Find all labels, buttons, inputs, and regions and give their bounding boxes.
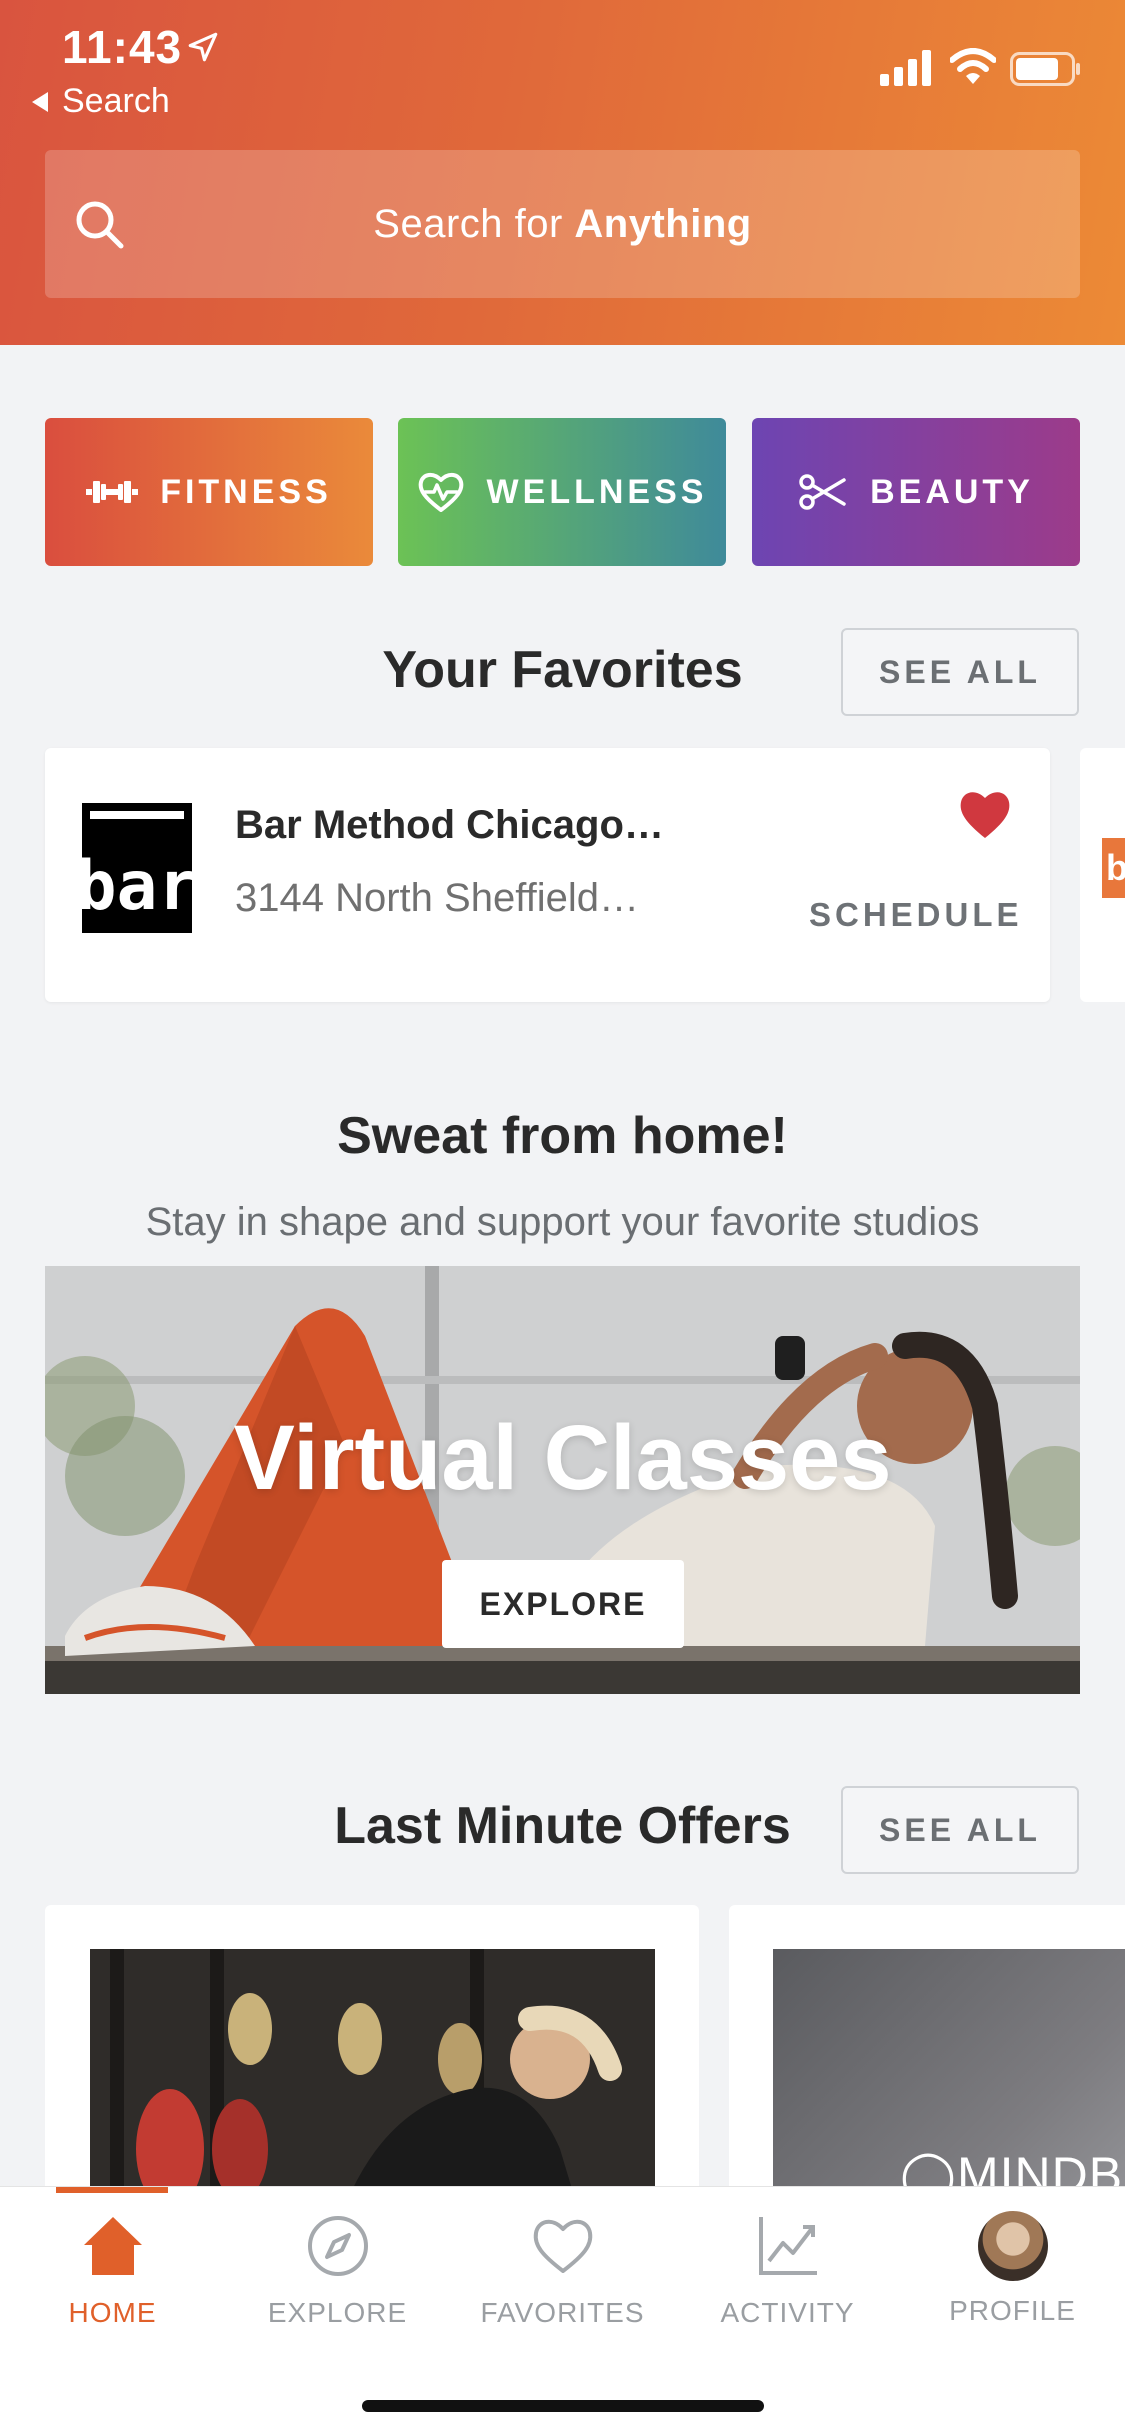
favorite-studio-card[interactable]: bar Bar Method Chicago… 3144 North Sheff… bbox=[45, 748, 1050, 1002]
tab-label: EXPLORE bbox=[267, 2297, 408, 2328]
home-icon bbox=[83, 2217, 142, 2275]
back-label: Search bbox=[62, 82, 170, 120]
search-placeholder: Search for Anything bbox=[373, 201, 752, 246]
tab-label: HOME bbox=[68, 2297, 157, 2328]
favorites-see-all-button[interactable]: SEE ALL bbox=[841, 628, 1079, 716]
wifi-icon bbox=[950, 48, 996, 84]
offer-image bbox=[90, 1949, 655, 2205]
favorite-studio-card-next[interactable]: b bbox=[1080, 748, 1125, 1002]
tab-profile[interactable]: PROFILE bbox=[900, 2211, 1125, 2353]
scissors-icon bbox=[799, 474, 846, 510]
explore-button[interactable]: EXPLORE bbox=[442, 1560, 684, 1648]
category-label: BEAUTY bbox=[870, 472, 1034, 511]
avatar bbox=[977, 2211, 1048, 2281]
tab-explore[interactable]: EXPLORE bbox=[225, 2213, 450, 2353]
svg-text:bar: bar bbox=[82, 847, 192, 926]
favorite-heart-icon[interactable] bbox=[957, 788, 1013, 840]
active-tab-indicator bbox=[56, 2187, 168, 2193]
category-beauty-button[interactable]: BEAUTY bbox=[752, 418, 1080, 566]
compass-icon bbox=[307, 2216, 368, 2276]
offer-card[interactable] bbox=[45, 1905, 699, 2205]
virtual-classes-banner[interactable]: Virtual Classes EXPLORE bbox=[45, 1266, 1080, 1694]
tab-label: PROFILE bbox=[949, 2295, 1076, 2326]
battery-icon bbox=[1010, 52, 1080, 86]
studio-address: 3144 North Sheffield… bbox=[235, 876, 639, 920]
sweat-subtitle: Stay in shape and support your favorite … bbox=[145, 1200, 980, 1244]
category-label: FITNESS bbox=[160, 472, 332, 511]
tab-label: FAVORITES bbox=[480, 2297, 645, 2328]
studio-logo: bar bbox=[82, 803, 192, 933]
heart-icon bbox=[533, 2219, 592, 2273]
offers-see-all-button[interactable]: SEE ALL bbox=[841, 1786, 1079, 1874]
category-fitness-button[interactable]: FITNESS bbox=[45, 418, 373, 566]
back-to-search[interactable]: Search bbox=[32, 82, 170, 121]
tab-favorites[interactable]: FAVORITES bbox=[450, 2213, 675, 2353]
search-icon bbox=[76, 201, 124, 249]
header: 11:43 Search Search for Anything bbox=[0, 0, 1125, 345]
status-time: 11:43 bbox=[62, 21, 183, 73]
back-triangle-icon bbox=[32, 91, 48, 112]
tab-bar: HOME EXPLORE FAVORITES ACTIVITY PROFILE bbox=[0, 2186, 1125, 2436]
banner-title: Virtual Classes bbox=[233, 1407, 892, 1509]
studio-logo-peek: b bbox=[1102, 838, 1125, 898]
chart-icon bbox=[758, 2217, 817, 2275]
category-label: WELLNESS bbox=[486, 472, 708, 511]
schedule-button[interactable]: SCHEDULE bbox=[809, 896, 1023, 934]
category-wellness-button[interactable]: WELLNESS bbox=[398, 418, 726, 566]
search-input[interactable]: Search for Anything bbox=[45, 150, 1080, 298]
gym-photo bbox=[90, 1949, 655, 2205]
tab-activity[interactable]: ACTIVITY bbox=[675, 2213, 900, 2353]
home-indicator bbox=[362, 2400, 764, 2412]
location-arrow-icon bbox=[188, 32, 218, 62]
sweat-title: Sweat from home! bbox=[337, 1107, 788, 1165]
heart-pulse-icon bbox=[418, 473, 463, 512]
dumbbell-icon bbox=[86, 481, 139, 503]
tab-home[interactable]: HOME bbox=[0, 2213, 225, 2353]
signal-icon bbox=[880, 50, 931, 86]
tab-label: ACTIVITY bbox=[720, 2297, 855, 2328]
studio-name: Bar Method Chicago… bbox=[235, 803, 664, 847]
